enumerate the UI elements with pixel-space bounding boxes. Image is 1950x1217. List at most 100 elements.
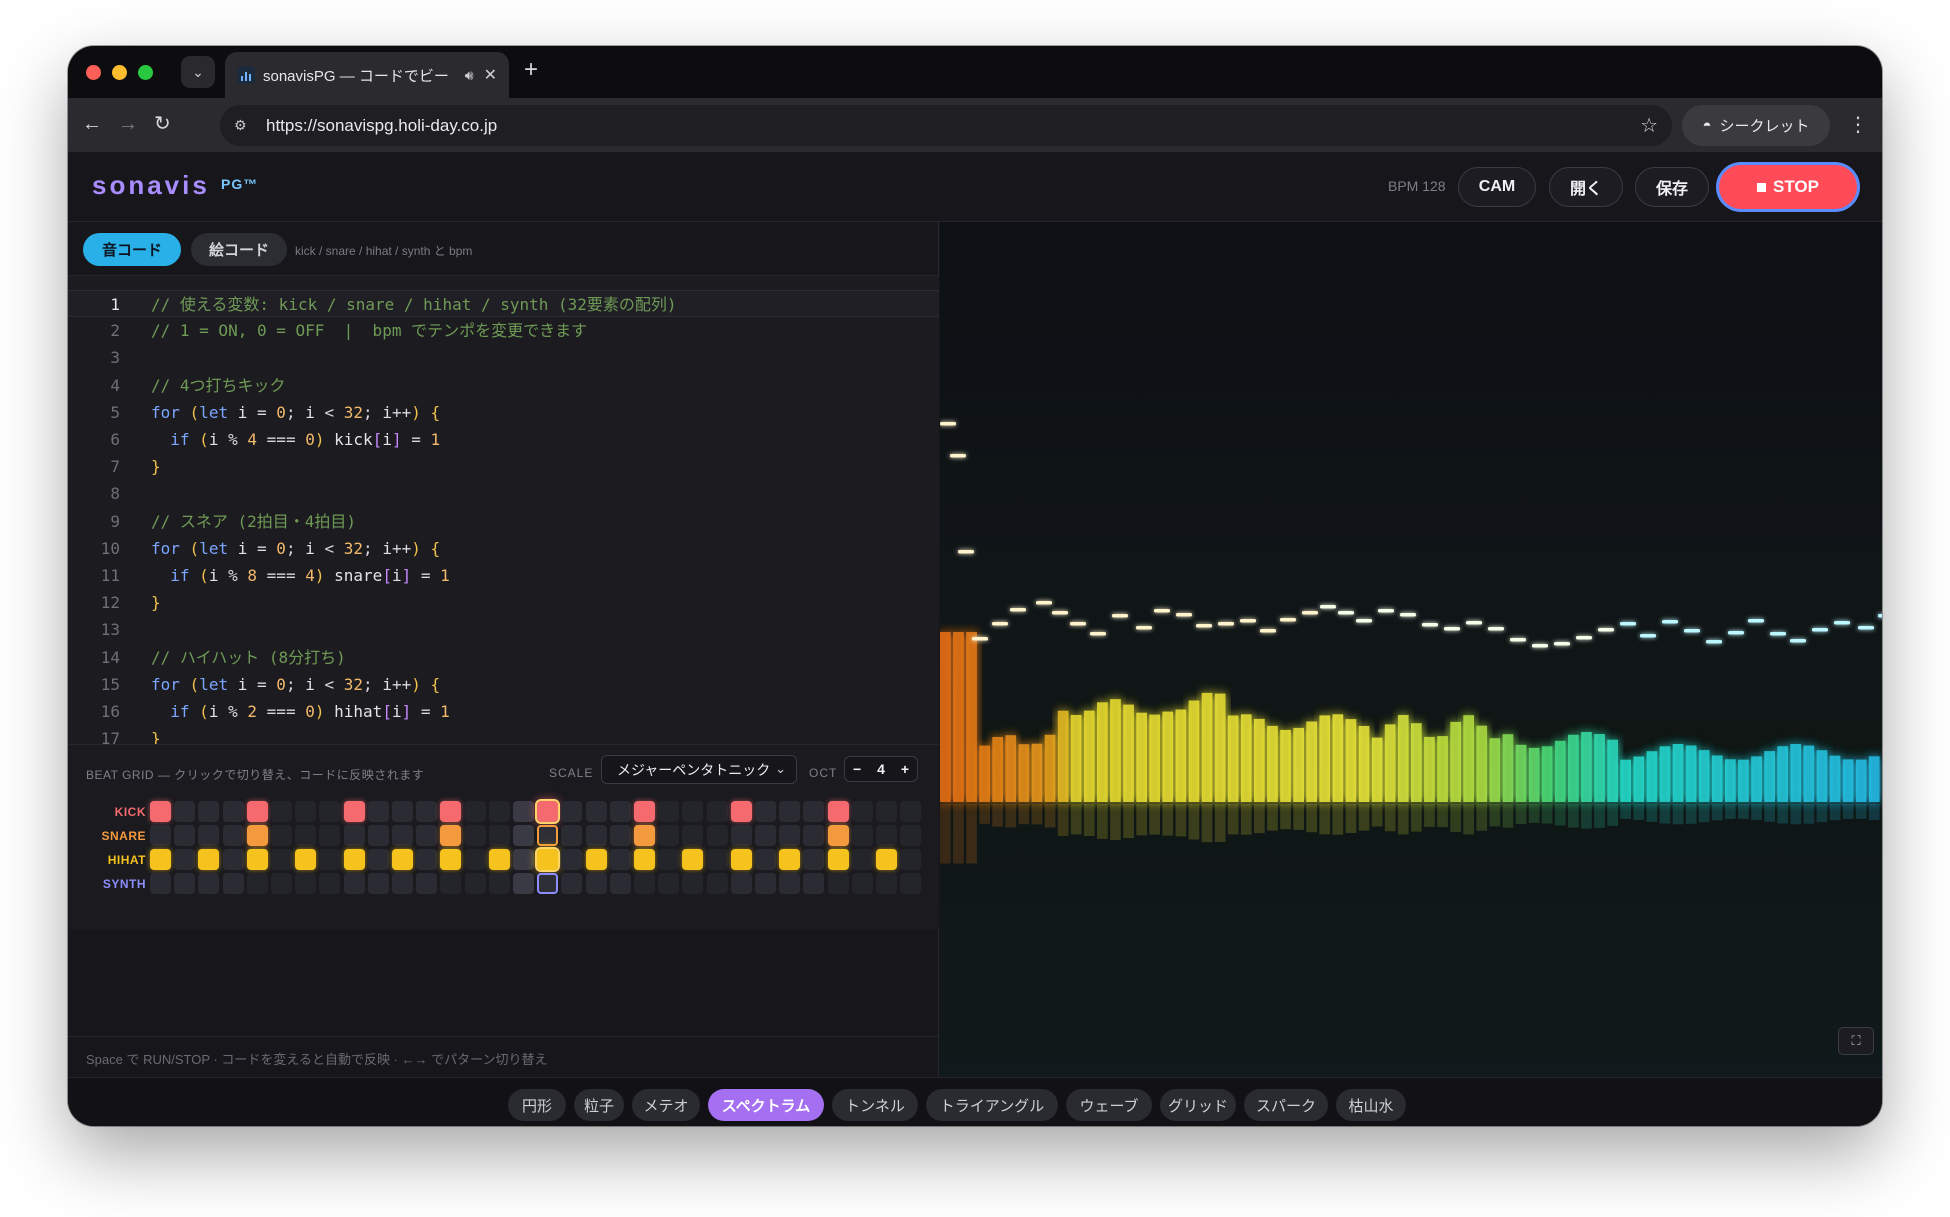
beat-cell[interactable]: [706, 849, 728, 870]
beat-cell[interactable]: [658, 849, 680, 870]
beat-cell[interactable]: [876, 849, 897, 870]
code-line[interactable]: 7}: [68, 453, 939, 480]
code-line[interactable]: 16 if (i % 2 === 0) hihat[i] = 1: [68, 698, 939, 725]
back-icon[interactable]: ←: [82, 112, 102, 136]
code-line[interactable]: 11 if (i % 8 === 4) snare[i] = 1: [68, 562, 939, 589]
beat-cell[interactable]: [561, 825, 583, 846]
close-tab-icon[interactable]: ✕: [484, 65, 497, 85]
beat-cell[interactable]: [150, 849, 171, 870]
url-text[interactable]: https://sonavispg.holi-day.co.jp: [266, 116, 1640, 136]
close-window-button[interactable]: [86, 64, 101, 80]
code-line[interactable]: 14 // ハイハット (8分打ち): [68, 644, 939, 671]
beat-cell[interactable]: [440, 801, 462, 822]
beat-cell[interactable]: [585, 801, 607, 822]
beat-cell[interactable]: [488, 801, 510, 822]
beat-cell[interactable]: [440, 873, 462, 894]
beat-cell[interactable]: [488, 825, 510, 846]
beat-cell[interactable]: [585, 849, 607, 870]
beat-cell[interactable]: [271, 801, 292, 822]
beat-cell[interactable]: [271, 873, 292, 894]
beat-cell[interactable]: [730, 801, 752, 822]
mode-button[interactable]: ウェーブ: [1066, 1089, 1152, 1121]
beat-cell[interactable]: [198, 825, 220, 846]
stop-button[interactable]: STOP: [1719, 165, 1857, 209]
beat-cell[interactable]: [658, 801, 680, 822]
code-editor[interactable]: 1 // 使える変数: kick / snare / hihat / synth …: [68, 276, 939, 803]
code-line[interactable]: 13: [68, 616, 939, 643]
beat-cell[interactable]: [392, 873, 413, 894]
beat-cell[interactable]: [634, 801, 655, 822]
beat-cell[interactable]: [876, 801, 897, 822]
beat-cell[interactable]: [174, 801, 196, 822]
beat-cell[interactable]: [392, 801, 413, 822]
menu-kebab-icon[interactable]: ⋮: [1848, 112, 1868, 137]
beat-cell[interactable]: [367, 801, 389, 822]
beat-cell[interactable]: [343, 801, 365, 822]
beat-cell[interactable]: [609, 873, 631, 894]
beat-cell[interactable]: [658, 825, 680, 846]
beat-cell[interactable]: [609, 801, 631, 822]
code-line[interactable]: 4 // 4つ打ちキック: [68, 372, 939, 399]
beat-cell[interactable]: [392, 849, 413, 870]
beat-cell[interactable]: [174, 825, 196, 846]
beat-cell[interactable]: [464, 825, 486, 846]
code-line[interactable]: 2 // 1 = ON, 0 = OFF | bpm でテンポを変更できます: [68, 317, 939, 344]
beat-cell[interactable]: [779, 801, 801, 822]
beat-cell[interactable]: [803, 849, 825, 870]
code-line[interactable]: 15 for (let i = 0; i < 32; i++) {: [68, 671, 939, 698]
beat-cell[interactable]: [900, 873, 922, 894]
mode-button[interactable]: メテオ: [632, 1089, 700, 1121]
code-line[interactable]: 8: [68, 480, 939, 507]
beat-cell[interactable]: [367, 825, 389, 846]
beat-cell[interactable]: [464, 873, 486, 894]
beat-cell[interactable]: [755, 849, 776, 870]
incognito-indicator[interactable]: ◓ シークレット: [1682, 105, 1830, 146]
beat-cell[interactable]: [343, 849, 365, 870]
beat-cell[interactable]: [851, 849, 873, 870]
beat-cell[interactable]: [755, 873, 776, 894]
beat-cell[interactable]: [271, 849, 292, 870]
beat-cell[interactable]: [198, 849, 220, 870]
beat-cell[interactable]: [706, 873, 728, 894]
browser-tab[interactable]: sonavisPG — コードでビー 🔊︎ ✕: [225, 52, 509, 98]
beat-cell[interactable]: [246, 801, 268, 822]
mode-button[interactable]: 粒子: [574, 1089, 624, 1121]
beat-cell[interactable]: [827, 801, 849, 822]
beat-cell[interactable]: [222, 825, 244, 846]
beat-cell[interactable]: [295, 849, 317, 870]
beat-cell[interactable]: [827, 849, 849, 870]
site-settings-icon[interactable]: ⚙: [234, 117, 256, 134]
beat-cell[interactable]: [295, 873, 317, 894]
beat-cell[interactable]: [634, 849, 655, 870]
beat-cell[interactable]: [513, 801, 534, 822]
beat-cell[interactable]: [513, 873, 534, 894]
beat-cell[interactable]: [343, 825, 365, 846]
beat-cell[interactable]: [900, 849, 922, 870]
beat-cell[interactable]: [440, 825, 462, 846]
scale-select[interactable]: メジャーペンタトニック ⌄: [601, 755, 797, 784]
beat-cell[interactable]: [513, 825, 534, 846]
open-button[interactable]: 開く: [1549, 167, 1623, 207]
beat-cell[interactable]: [367, 849, 389, 870]
bookmark-star-icon[interactable]: ☆: [1640, 113, 1658, 138]
beat-cell[interactable]: [174, 849, 196, 870]
beat-cell[interactable]: [682, 873, 704, 894]
code-line[interactable]: 10 for (let i = 0; i < 32; i++) {: [68, 535, 939, 562]
fullscreen-button[interactable]: ⛶: [1838, 1027, 1874, 1055]
beat-cell[interactable]: [246, 849, 268, 870]
beat-cell[interactable]: [730, 873, 752, 894]
forward-icon[interactable]: →: [118, 112, 138, 136]
beat-cell[interactable]: [319, 801, 341, 822]
beat-cell[interactable]: [150, 801, 171, 822]
cam-button[interactable]: CAM: [1458, 167, 1536, 207]
mode-button[interactable]: スパーク: [1244, 1089, 1328, 1121]
mode-button[interactable]: グリッド: [1160, 1089, 1236, 1121]
beat-cell[interactable]: [488, 849, 510, 870]
beat-cell[interactable]: [535, 799, 561, 824]
beat-cell[interactable]: [222, 849, 244, 870]
beat-cell[interactable]: [755, 825, 776, 846]
beat-cell[interactable]: [416, 849, 438, 870]
code-line[interactable]: 6 if (i % 4 === 0) kick[i] = 1: [68, 426, 939, 453]
beat-cell[interactable]: [464, 849, 486, 870]
speaker-icon[interactable]: 🔊︎: [465, 67, 474, 84]
